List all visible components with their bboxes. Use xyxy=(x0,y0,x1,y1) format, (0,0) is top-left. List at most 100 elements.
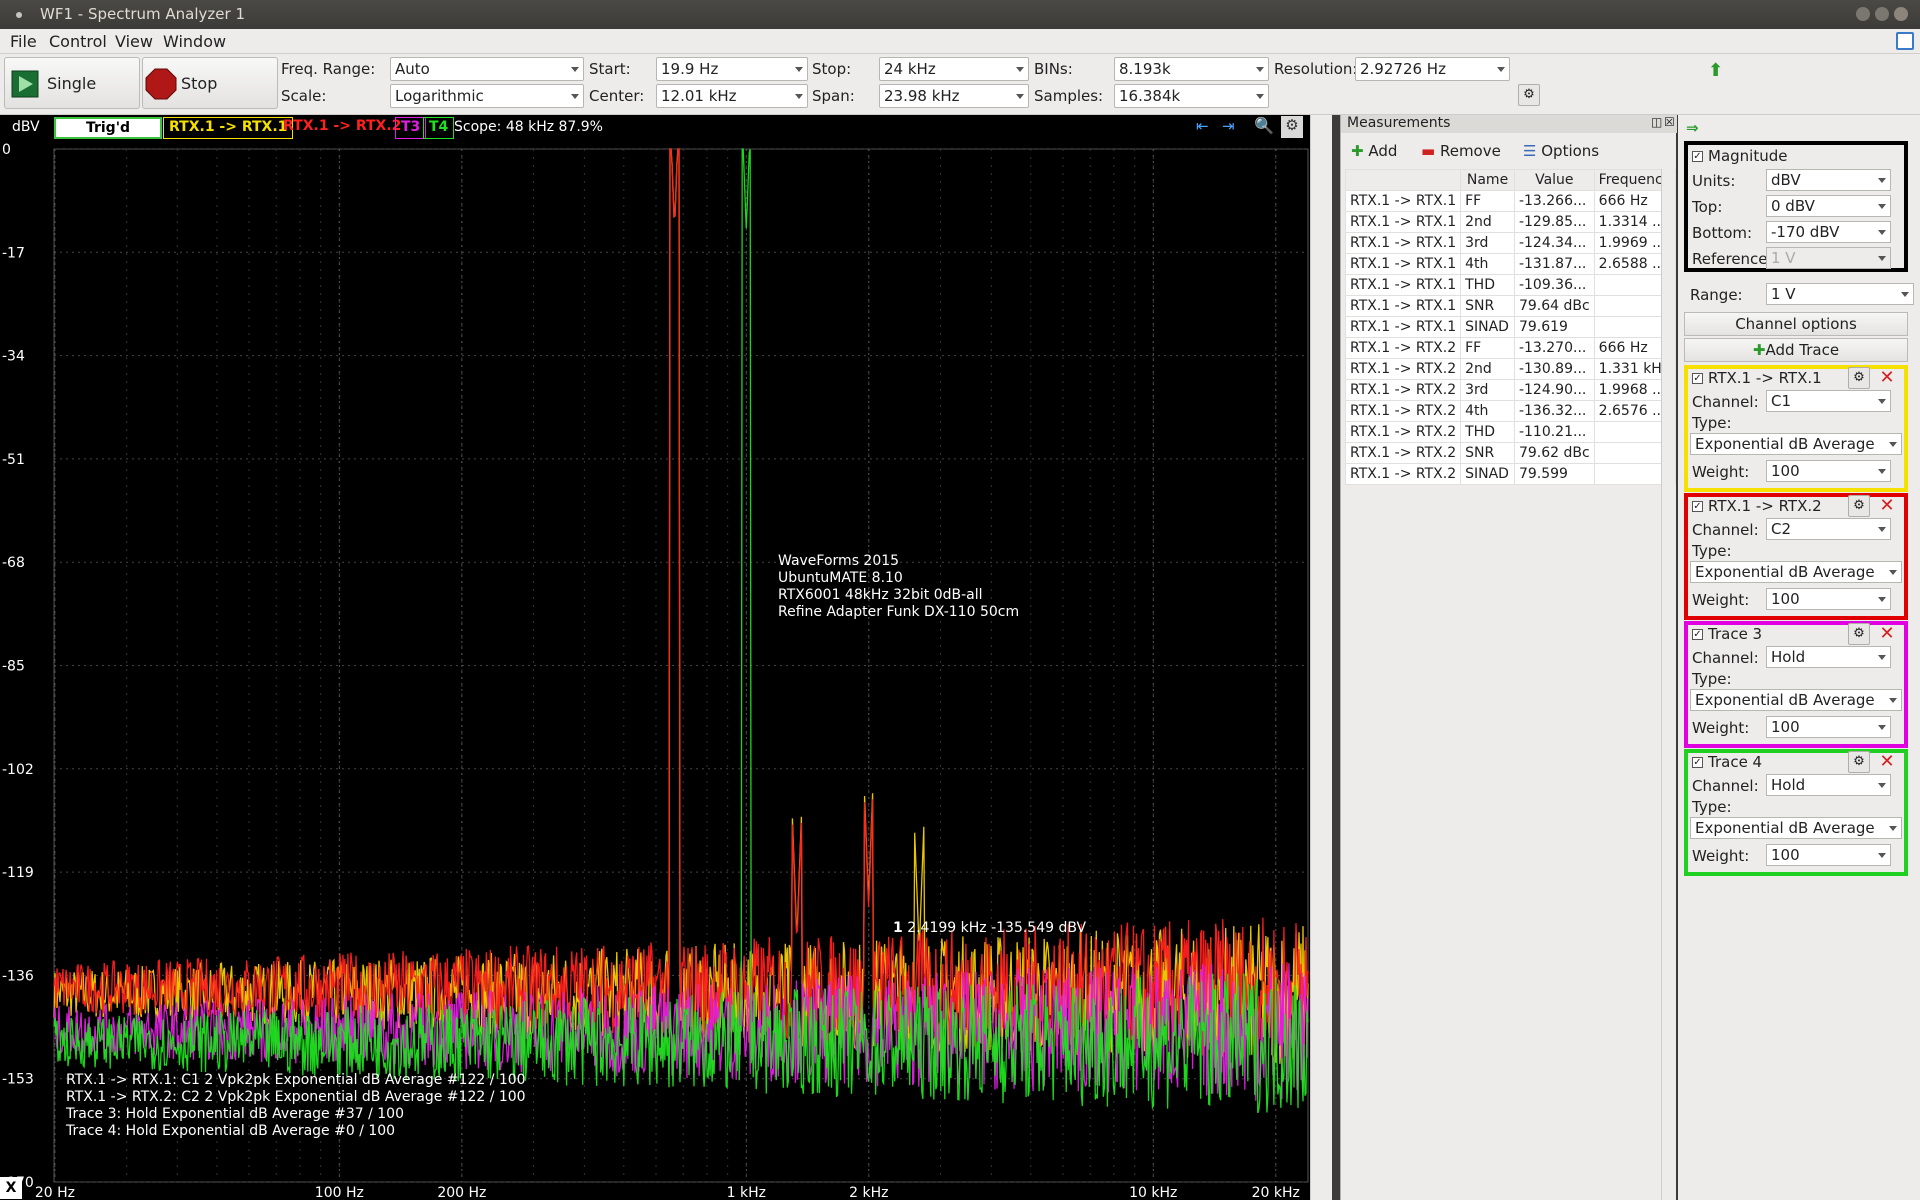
table-row[interactable]: RTX.1 -> RTX.2 THD -110.21... xyxy=(1344,421,1677,443)
weight-field[interactable]: 100 xyxy=(1766,844,1891,866)
table-row[interactable]: RTX.1 -> RTX.2 3rd -124.90... 1.9968 ... xyxy=(1344,379,1677,401)
table-row[interactable]: RTX.1 -> RTX.1 4th -131.87... 2.6588 ... xyxy=(1344,253,1677,275)
bins-field[interactable]: 8.193k xyxy=(1114,57,1269,81)
menu-view[interactable]: View xyxy=(115,32,153,51)
cursor-readout[interactable]: 1 2.4199 kHz -135.549 dBV xyxy=(893,920,1086,936)
menu-file[interactable]: File xyxy=(10,32,37,51)
x-axis-button[interactable]: X xyxy=(0,1177,22,1199)
spectrum-chart[interactable]: 0-17-34-51-68-85-102-119-136-153-17020 H… xyxy=(0,115,1332,1200)
add-trace-button[interactable]: ✚Add Trace xyxy=(1684,338,1908,362)
type-select[interactable]: Exponential dB Average xyxy=(1690,433,1902,455)
trace-gear-icon[interactable]: ⚙ xyxy=(1848,751,1870,773)
window-title: WF1 - Spectrum Analyzer 1 xyxy=(40,5,245,23)
trace-gear-icon[interactable]: ⚙ xyxy=(1848,495,1870,517)
trace-enable-checkbox[interactable]: ✓ RTX.1 -> RTX.2 xyxy=(1692,497,1822,515)
samples-field[interactable]: 16.384k xyxy=(1114,84,1269,108)
channel-select[interactable]: Hold xyxy=(1766,774,1891,796)
single-button[interactable]: Single xyxy=(4,57,140,109)
arrow-right-icon[interactable]: ⇒ xyxy=(1686,119,1699,137)
minimize-icon[interactable] xyxy=(1856,7,1870,21)
type-select[interactable]: Exponential dB Average xyxy=(1690,689,1902,711)
arrow-up-icon[interactable]: ⬆ xyxy=(1708,60,1723,81)
center-value: 12.01 kHz xyxy=(661,87,737,105)
resolution-value: 2.92726 Hz xyxy=(1360,60,1446,78)
minus-icon: ▬ xyxy=(1421,142,1436,160)
span-field[interactable]: 23.98 kHz xyxy=(879,84,1029,108)
type-select[interactable]: Exponential dB Average xyxy=(1690,561,1902,583)
table-row[interactable]: RTX.1 -> RTX.1 FF -13.266... 666 Hz xyxy=(1344,190,1677,212)
table-row[interactable]: RTX.1 -> RTX.1 3rd -124.34... 1.9969 ... xyxy=(1344,232,1677,254)
tab-trace-3[interactable]: T3 xyxy=(395,117,427,139)
zoom-icon[interactable]: 🔍 xyxy=(1254,116,1274,135)
table-row[interactable]: RTX.1 -> RTX.2 FF -13.270... 666 Hz xyxy=(1344,337,1677,359)
remove-trace-icon[interactable]: ✕ xyxy=(1876,367,1898,389)
magnitude-checkbox[interactable]: ✓ Magnitude xyxy=(1692,147,1787,165)
type-value: Exponential dB Average xyxy=(1695,819,1875,837)
bottom-field[interactable]: -170 dBV xyxy=(1766,221,1891,243)
trace-enable-checkbox[interactable]: ✓ RTX.1 -> RTX.1 xyxy=(1692,369,1822,387)
freq-range-select[interactable]: Auto xyxy=(390,57,584,81)
trace-gear-icon[interactable]: ⚙ xyxy=(1848,367,1870,389)
table-row[interactable]: RTX.1 -> RTX.1 THD -109.36... xyxy=(1344,274,1677,296)
channel-select[interactable]: C2 xyxy=(1766,518,1891,540)
column-header[interactable]: Name xyxy=(1460,169,1515,191)
trace-enable-checkbox[interactable]: ✓ Trace 4 xyxy=(1692,753,1762,771)
type-select[interactable]: Exponential dB Average xyxy=(1690,817,1902,839)
weight-field[interactable]: 100 xyxy=(1766,716,1891,738)
close-icon[interactable] xyxy=(1894,7,1908,21)
center-field[interactable]: 12.01 kHz xyxy=(656,84,808,108)
tab-trace-4[interactable]: T4 xyxy=(423,117,455,139)
channel-select[interactable]: Hold xyxy=(1766,646,1891,668)
table-cell: RTX.1 -> RTX.1 xyxy=(1344,211,1462,233)
tab-trace-2[interactable]: RTX.1 -> RTX.2 xyxy=(278,117,406,139)
cursor-right-icon[interactable]: ⇥ xyxy=(1222,117,1235,135)
plot-scrollbar[interactable] xyxy=(1310,115,1332,1200)
float-icon[interactable]: ◫ xyxy=(1651,115,1662,129)
remove-trace-icon[interactable]: ✕ xyxy=(1876,623,1898,645)
resolution-field[interactable]: 2.92726 Hz xyxy=(1355,57,1510,81)
stop-field[interactable]: 24 kHz xyxy=(879,57,1029,81)
cursor-left-icon[interactable]: ⇤ xyxy=(1196,117,1209,135)
gear-icon[interactable]: ⚙ xyxy=(1518,84,1540,106)
table-row[interactable]: RTX.1 -> RTX.1 SNR 79.64 dBc xyxy=(1344,295,1677,317)
maximize-icon[interactable] xyxy=(1875,7,1889,21)
table-cell: 79.62 dBc xyxy=(1513,442,1595,464)
tab-trace-1[interactable]: RTX.1 -> RTX.1 xyxy=(163,117,294,139)
stop-button[interactable]: Stop xyxy=(142,57,278,109)
table-row[interactable]: RTX.1 -> RTX.1 2nd -129.85... 1.3314 ... xyxy=(1344,211,1677,233)
add-measurement-button[interactable]: ✚ Add xyxy=(1351,142,1397,160)
weight-field[interactable]: 100 xyxy=(1766,588,1891,610)
detach-icon[interactable] xyxy=(1896,32,1914,50)
table-row[interactable]: RTX.1 -> RTX.2 2nd -130.89... 1.331 kHz xyxy=(1344,358,1677,380)
remove-measurement-button[interactable]: ▬ Remove xyxy=(1421,142,1501,160)
table-row[interactable]: RTX.1 -> RTX.2 4th -136.32... 2.6576 ... xyxy=(1344,400,1677,422)
table-row[interactable]: RTX.1 -> RTX.1 SINAD 79.619 xyxy=(1344,316,1677,338)
measurements-table[interactable]: Name Value Frequency RTX.1 -> RTX.1 FF -13… xyxy=(1344,169,1677,485)
trace-gear-icon[interactable]: ⚙ xyxy=(1848,623,1870,645)
options-button[interactable]: ☰ Options xyxy=(1523,142,1599,160)
weight-field[interactable]: 100 xyxy=(1766,460,1891,482)
scope-info: Scope: 48 kHz 87.9% xyxy=(454,119,603,135)
column-header[interactable]: Value xyxy=(1513,169,1595,191)
table-row[interactable]: RTX.1 -> RTX.2 SNR 79.62 dBc xyxy=(1344,442,1677,464)
measurements-scrollbar[interactable] xyxy=(1661,169,1675,1200)
range-select[interactable]: 1 V xyxy=(1766,283,1914,305)
table-row[interactable]: RTX.1 -> RTX.2 SINAD 79.599 xyxy=(1344,463,1677,485)
window-menu-icon[interactable] xyxy=(16,12,22,18)
close-panel-icon[interactable]: ☒ xyxy=(1664,115,1675,129)
remove-trace-icon[interactable]: ✕ xyxy=(1876,495,1898,517)
menu-window[interactable]: Window xyxy=(163,32,226,51)
remove-trace-icon[interactable]: ✕ xyxy=(1876,751,1898,773)
spectrum-plot[interactable]: 0-17-34-51-68-85-102-119-136-153-17020 H… xyxy=(0,115,1332,1200)
menu-bar: File Control View Window xyxy=(0,29,1920,54)
top-field[interactable]: 0 dBV xyxy=(1766,195,1891,217)
channel-options-button[interactable]: Channel options xyxy=(1684,312,1908,336)
scale-select[interactable]: Logarithmic xyxy=(390,84,584,108)
plot-settings-icon[interactable]: ⚙ xyxy=(1281,116,1303,138)
channel-select[interactable]: C1 xyxy=(1766,390,1891,412)
menu-control[interactable]: Control xyxy=(49,32,107,51)
trace-enable-checkbox[interactable]: ✓ Trace 3 xyxy=(1692,625,1762,643)
column-header[interactable] xyxy=(1344,169,1462,191)
start-field[interactable]: 19.9 Hz xyxy=(656,57,808,81)
units-select[interactable]: dBV xyxy=(1766,169,1891,191)
